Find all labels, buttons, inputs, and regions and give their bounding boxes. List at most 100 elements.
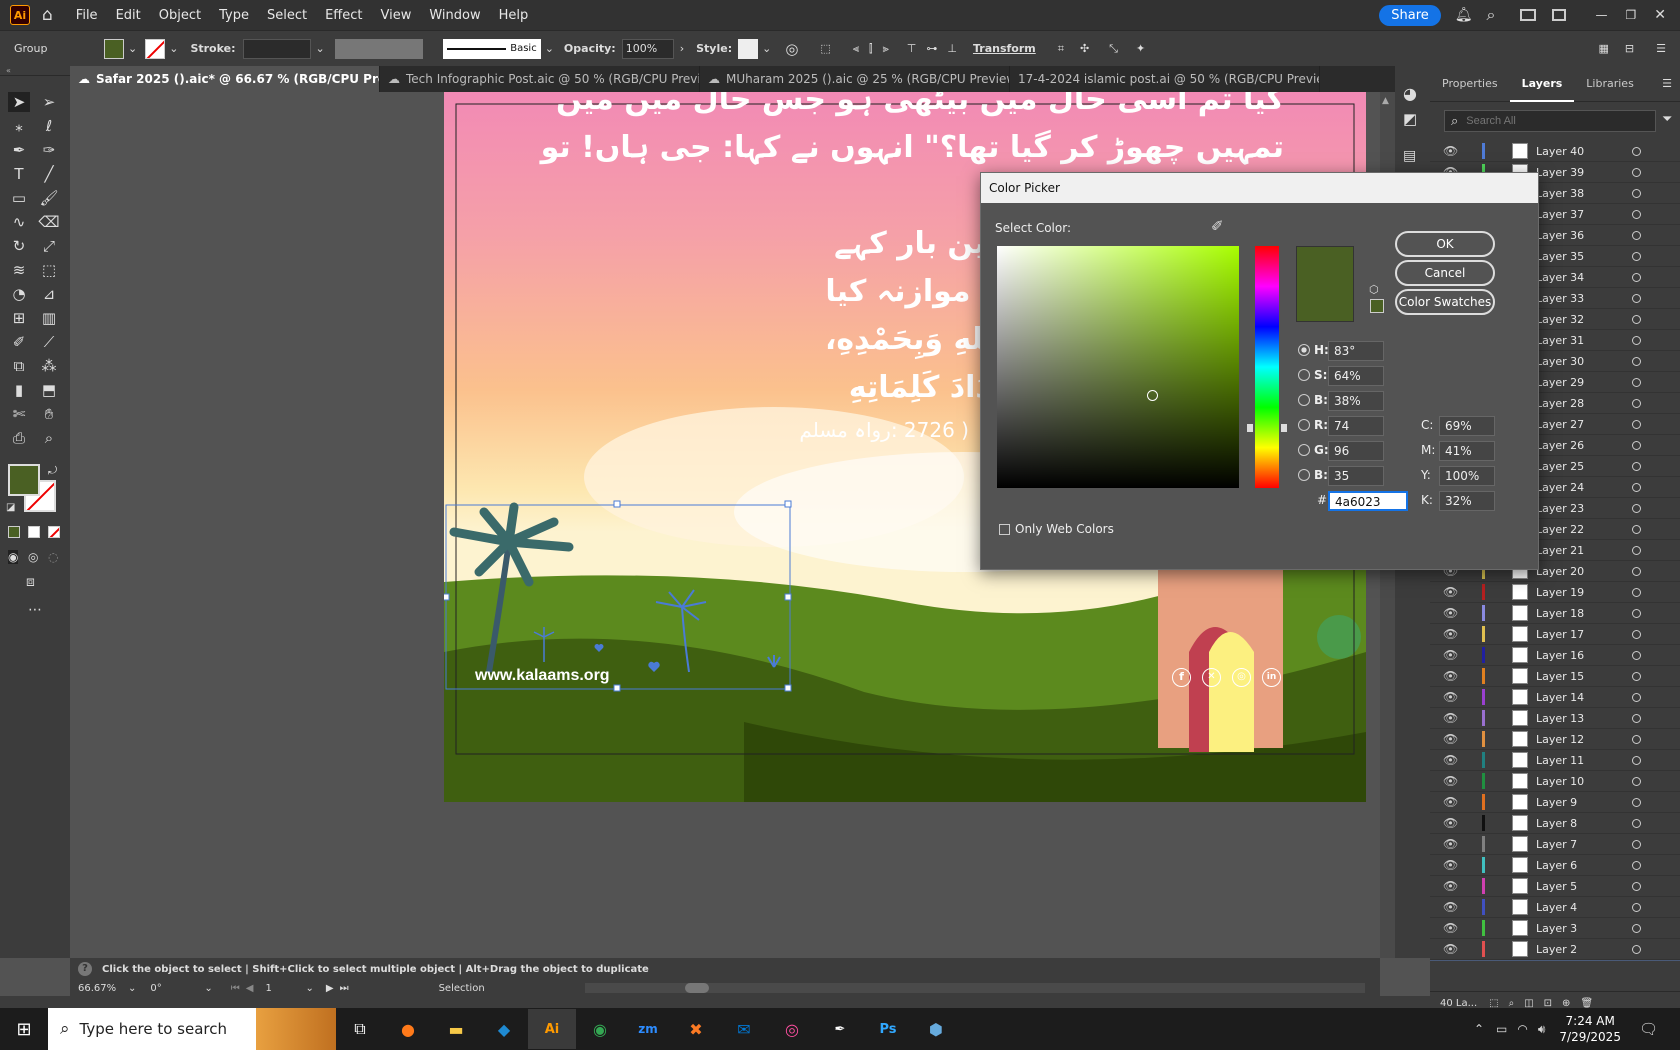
close-window-icon[interactable]: ✕ bbox=[1654, 7, 1666, 23]
target-icon[interactable] bbox=[1632, 293, 1641, 303]
tab-libraries[interactable]: Libraries bbox=[1574, 77, 1646, 90]
print-tiling-icon[interactable]: ⎙ bbox=[8, 428, 30, 448]
layer-name[interactable]: Layer 29 bbox=[1536, 376, 1584, 389]
layer-name[interactable]: Layer 31 bbox=[1536, 334, 1584, 347]
vscode-icon[interactable]: ◆ bbox=[480, 1009, 528, 1049]
stroke-weight-field[interactable] bbox=[243, 38, 312, 59]
perspective-grid-icon[interactable]: ⊿ bbox=[38, 284, 60, 304]
type-tool-icon[interactable]: T bbox=[8, 164, 30, 184]
layer-row[interactable]: 👁︎ Layer 4 bbox=[1430, 897, 1680, 918]
eye-icon[interactable]: 👁︎ bbox=[1443, 648, 1458, 662]
prev-page-icon[interactable]: ◀ bbox=[246, 983, 254, 994]
eye-icon[interactable]: 👁︎ bbox=[1443, 858, 1458, 872]
target-icon[interactable] bbox=[1632, 314, 1641, 324]
layer-row[interactable]: 👁︎ Layer 7 bbox=[1430, 834, 1680, 855]
layer-name[interactable]: Layer 3 bbox=[1536, 922, 1577, 935]
blend-tool-icon[interactable]: ⧉ bbox=[8, 356, 30, 376]
layer-name[interactable]: Layer 7 bbox=[1536, 838, 1577, 851]
color-panel-icon[interactable]: ◕ bbox=[1403, 84, 1417, 103]
layer-row[interactable]: 👁︎ Layer 40 bbox=[1430, 141, 1680, 162]
radio-r[interactable] bbox=[1298, 419, 1310, 431]
color-mode-icon[interactable] bbox=[8, 526, 20, 538]
task-view-icon[interactable]: ⧉ bbox=[336, 1009, 384, 1049]
layer-row[interactable]: 👁︎ Layer 16 bbox=[1430, 645, 1680, 666]
eye-icon[interactable]: 👁︎ bbox=[1443, 732, 1458, 746]
fill-swatch[interactable] bbox=[104, 38, 124, 59]
wifi-icon[interactable]: ◠ bbox=[1517, 1022, 1527, 1036]
horizontal-scrollbar[interactable] bbox=[584, 983, 1365, 993]
target-icon[interactable] bbox=[1632, 734, 1641, 744]
chevron-down-icon[interactable]: ⌄ bbox=[315, 42, 324, 55]
layer-name[interactable]: Layer 30 bbox=[1536, 355, 1584, 368]
layer-name[interactable]: Layer 26 bbox=[1536, 439, 1584, 452]
layer-name[interactable]: Layer 8 bbox=[1536, 817, 1577, 830]
direct-selection-tool-icon[interactable]: ➢ bbox=[38, 92, 60, 112]
app-logo[interactable]: Ai bbox=[10, 5, 30, 25]
curvature-tool-icon[interactable]: ✑ bbox=[38, 140, 60, 160]
crop-icon[interactable]: ⌗ bbox=[1058, 42, 1064, 56]
target-icon[interactable] bbox=[1632, 272, 1641, 282]
b-field[interactable]: 38% bbox=[1328, 391, 1384, 411]
menu-file[interactable]: File bbox=[67, 8, 107, 23]
minimize-icon[interactable]: — bbox=[1596, 8, 1608, 22]
more-tools-icon[interactable]: ⋯ bbox=[28, 602, 42, 618]
chevron-down-icon[interactable]: ⌄ bbox=[128, 983, 136, 994]
eye-icon[interactable]: 👁︎ bbox=[1443, 144, 1458, 158]
target-icon[interactable] bbox=[1632, 524, 1641, 534]
tab-tech-infographic[interactable]: ☁ Tech Infographic Post.aic @ 50 % (RGB/C… bbox=[380, 66, 700, 92]
mesh-tool-icon[interactable]: ⊞ bbox=[8, 308, 30, 328]
radio-g[interactable] bbox=[1298, 444, 1310, 456]
layer-name[interactable]: Layer 34 bbox=[1536, 271, 1584, 284]
layer-name[interactable]: Layer 28 bbox=[1536, 397, 1584, 410]
file-explorer-icon[interactable]: ▬ bbox=[432, 1009, 480, 1049]
target-icon[interactable] bbox=[1632, 209, 1641, 219]
xampp-icon[interactable]: ✖ bbox=[672, 1009, 720, 1049]
menu-type[interactable]: Type bbox=[210, 8, 258, 23]
layer-row[interactable]: 👁︎⌄Layer 1 bbox=[1430, 960, 1680, 961]
hue-slider[interactable] bbox=[1247, 246, 1287, 488]
layer-name[interactable]: Layer 33 bbox=[1536, 292, 1584, 305]
pen-app-icon[interactable]: ✒ bbox=[816, 1009, 864, 1049]
target-icon[interactable] bbox=[1632, 839, 1641, 849]
target-icon[interactable] bbox=[1632, 188, 1641, 198]
layer-name[interactable]: Layer 15 bbox=[1536, 670, 1584, 683]
variable-width-field[interactable] bbox=[334, 38, 423, 59]
align-top-icon[interactable]: ⊤ bbox=[907, 42, 917, 55]
hex-field[interactable]: 4a6023 bbox=[1328, 491, 1408, 511]
zoom-tool-icon[interactable]: ⌕ bbox=[38, 428, 60, 448]
eye-icon[interactable]: 👁︎ bbox=[1443, 627, 1458, 641]
next-page-icon[interactable]: ▶ bbox=[326, 983, 334, 994]
layer-name[interactable]: Layer 40 bbox=[1536, 145, 1584, 158]
app-cube-icon[interactable]: ⬢ bbox=[912, 1009, 960, 1049]
windows-start-icon[interactable]: ⊞ bbox=[0, 1009, 48, 1049]
layer-name[interactable]: Layer 12 bbox=[1536, 733, 1584, 746]
y-field[interactable]: 100% bbox=[1439, 466, 1495, 486]
rectangle-tool-icon[interactable]: ▭ bbox=[8, 188, 30, 208]
tab-properties[interactable]: Properties bbox=[1430, 77, 1510, 90]
eyedropper-icon[interactable]: ✐ bbox=[8, 332, 30, 352]
layer-name[interactable]: Layer 24 bbox=[1536, 481, 1584, 494]
align-middle-icon[interactable]: ⊶ bbox=[926, 42, 937, 55]
free-transform-icon[interactable]: ⬚ bbox=[38, 260, 60, 280]
shaper-tool-icon[interactable]: ∿ bbox=[8, 212, 30, 232]
slice-tool-icon[interactable]: ✄ bbox=[8, 404, 30, 424]
g-field[interactable]: 96 bbox=[1328, 441, 1384, 461]
zoom-app-icon[interactable]: zm bbox=[624, 1009, 672, 1049]
volume-icon[interactable]: 🔊︎ bbox=[1538, 1022, 1546, 1037]
tab-layers[interactable]: Layers bbox=[1509, 66, 1575, 102]
layer-row[interactable]: 👁︎ Layer 18 bbox=[1430, 603, 1680, 624]
target-icon[interactable] bbox=[1632, 251, 1641, 261]
swap-icon[interactable]: ⤾ bbox=[48, 464, 57, 478]
eraser-tool-icon[interactable]: ⌫ bbox=[38, 212, 60, 232]
layer-row[interactable]: 👁︎ Layer 12 bbox=[1430, 729, 1680, 750]
target-icon[interactable] bbox=[1632, 692, 1641, 702]
menu-effect[interactable]: Effect bbox=[316, 8, 371, 23]
panel-menu-icon[interactable]: ☰ bbox=[1662, 77, 1672, 90]
target-icon[interactable] bbox=[1632, 461, 1641, 471]
layer-name[interactable]: Layer 27 bbox=[1536, 418, 1584, 431]
chrome-icon[interactable]: ◉ bbox=[576, 1009, 624, 1049]
eye-icon[interactable]: 👁︎ bbox=[1443, 690, 1458, 704]
scale-tool-icon[interactable]: ⤢ bbox=[38, 236, 60, 256]
s-field[interactable]: 64% bbox=[1328, 366, 1384, 386]
style-swatch[interactable] bbox=[738, 38, 759, 59]
